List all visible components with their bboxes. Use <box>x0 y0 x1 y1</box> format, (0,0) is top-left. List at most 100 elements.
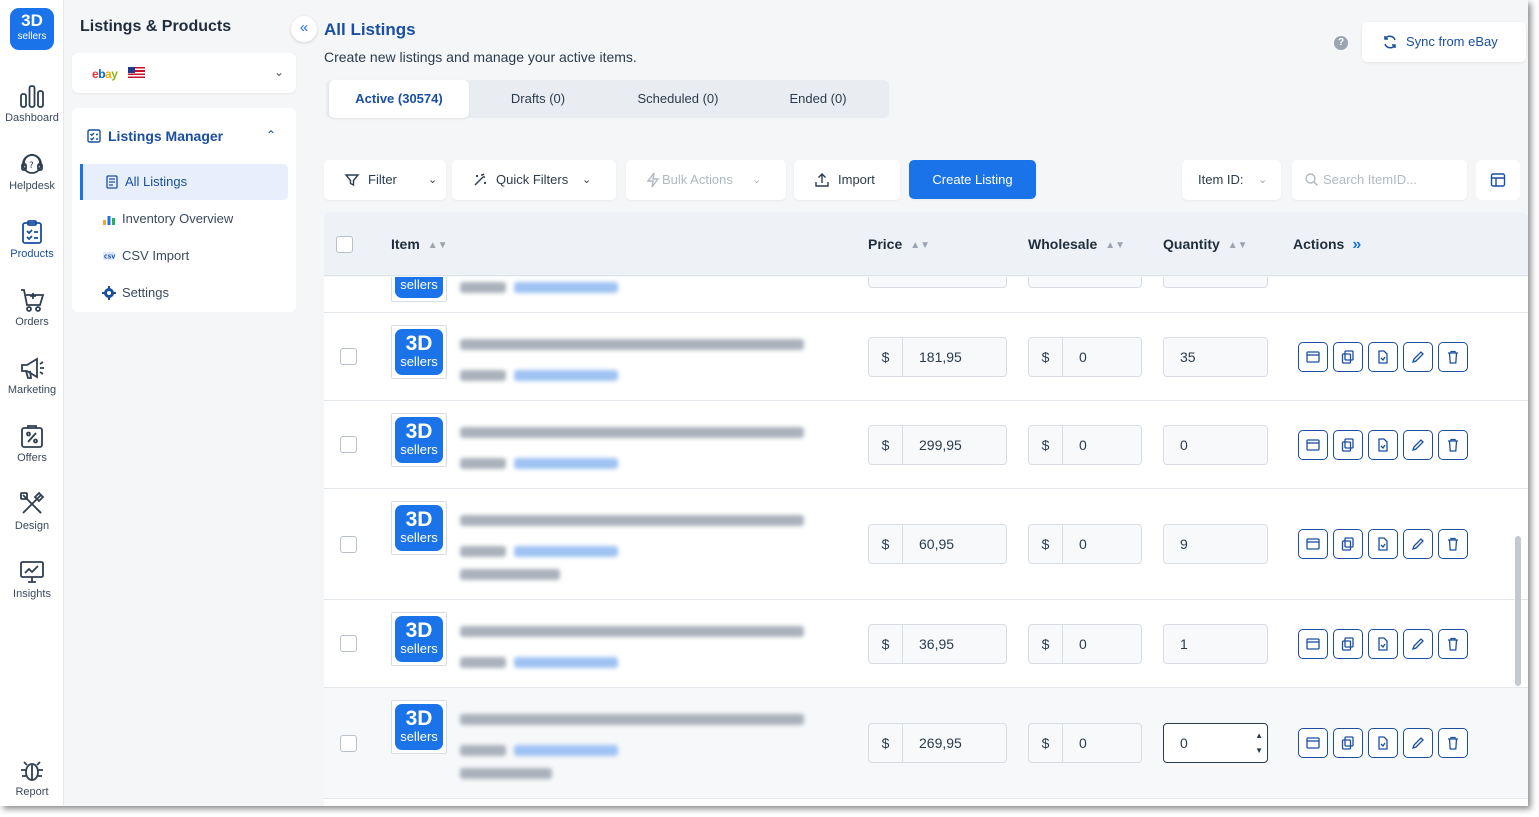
preview-button[interactable] <box>1298 728 1328 758</box>
rail-item-marketing[interactable]: Marketing <box>0 354 64 396</box>
edit-button[interactable] <box>1403 728 1433 758</box>
edit-button[interactable] <box>1403 430 1433 460</box>
item-id-link[interactable] <box>514 745 618 756</box>
quantity-input[interactable] <box>1163 277 1268 288</box>
edit-button[interactable] <box>1403 629 1433 659</box>
column-wholesale[interactable]: Wholesale ▲▼ <box>1028 236 1125 252</box>
duplicate-button[interactable] <box>1333 342 1363 372</box>
preview-button[interactable] <box>1298 529 1328 559</box>
search-field-select[interactable]: Item ID: ⌄ <box>1182 160 1281 200</box>
listing-thumbnail[interactable]: 3Dsellers <box>391 612 447 666</box>
export-button[interactable] <box>1368 342 1398 372</box>
menu-item-csv-import[interactable]: CSV CSV Import <box>80 238 288 274</box>
rail-item-report[interactable]: Report <box>0 756 64 798</box>
stepper-arrows-icon[interactable]: ▲ ▼ <box>1255 728 1263 758</box>
quantity-input[interactable]: 35 <box>1163 337 1268 377</box>
search-input[interactable]: Search ItemID... <box>1292 160 1467 200</box>
quick-filters-button[interactable]: Quick Filters ⌄ <box>452 160 616 200</box>
column-item[interactable]: Item ▲▼ <box>391 236 448 252</box>
sync-from-ebay-button[interactable]: Sync from eBay <box>1362 22 1526 62</box>
duplicate-button[interactable] <box>1333 728 1363 758</box>
quantity-input[interactable]: 1 <box>1163 624 1268 664</box>
export-button[interactable] <box>1368 529 1398 559</box>
listing-thumbnail[interactable]: 3Dsellers <box>391 700 447 754</box>
duplicate-button[interactable] <box>1333 430 1363 460</box>
item-id-link[interactable] <box>514 282 618 293</box>
table-scrollbar[interactable] <box>1515 536 1521 686</box>
bulk-actions-button[interactable]: Bulk Actions ⌄ <box>626 160 786 200</box>
wholesale-input[interactable]: $0 <box>1028 425 1142 465</box>
tab-active[interactable]: Active (30574) <box>329 80 469 118</box>
row-checkbox[interactable] <box>340 348 357 365</box>
quantity-input[interactable]: 9 <box>1163 524 1268 564</box>
price-input[interactable]: $269,95 <box>868 723 1007 763</box>
listing-title[interactable] <box>460 714 804 725</box>
create-listing-button[interactable]: Create Listing <box>909 160 1036 199</box>
item-id-link[interactable] <box>514 458 618 469</box>
listing-thumbnail[interactable]: 3Dsellers <box>391 501 447 555</box>
filter-button[interactable]: Filter ⌄ <box>324 160 446 200</box>
quantity-input[interactable]: 0 ▲ ▼ <box>1163 723 1268 763</box>
wholesale-input[interactable]: $0 <box>1028 624 1142 664</box>
row-checkbox[interactable] <box>340 735 357 752</box>
item-id-link[interactable] <box>514 546 618 557</box>
column-price[interactable]: Price ▲▼ <box>868 236 930 252</box>
price-input[interactable]: $60,95 <box>868 524 1007 564</box>
wholesale-input[interactable] <box>1028 277 1142 288</box>
listing-thumbnail[interactable]: 3Dsellers <box>391 277 447 302</box>
store-selector[interactable]: ebay ⌄ <box>72 53 296 93</box>
listing-thumbnail[interactable]: 3Dsellers <box>391 325 447 379</box>
wholesale-input[interactable]: $0 <box>1028 337 1142 377</box>
preview-button[interactable] <box>1298 629 1328 659</box>
price-input[interactable]: $299,95 <box>868 425 1007 465</box>
export-button[interactable] <box>1368 629 1398 659</box>
price-input[interactable]: $181,95 <box>868 337 1007 377</box>
edit-button[interactable] <box>1403 529 1433 559</box>
menu-item-inventory-overview[interactable]: Inventory Overview <box>80 201 288 237</box>
wholesale-input[interactable]: $0 <box>1028 723 1142 763</box>
chevron-up-icon[interactable]: ⌃ <box>266 128 276 142</box>
item-id-link[interactable] <box>514 370 618 381</box>
help-icon[interactable]: ? <box>1334 36 1348 50</box>
delete-button[interactable] <box>1438 342 1468 372</box>
import-button[interactable]: Import <box>794 160 900 200</box>
quantity-input[interactable]: 0 <box>1163 425 1268 465</box>
menu-item-all-listings[interactable]: All Listings <box>80 164 288 200</box>
rail-item-design[interactable]: Design <box>0 490 64 532</box>
rail-item-dashboard[interactable]: Dashboard <box>0 82 64 124</box>
delete-button[interactable] <box>1438 430 1468 460</box>
rail-item-insights[interactable]: Insights <box>0 558 64 600</box>
rail-item-helpdesk[interactable]: ? Helpdesk <box>0 150 64 192</box>
select-all-checkbox[interactable] <box>336 236 353 253</box>
edit-button[interactable] <box>1403 342 1433 372</box>
listing-title[interactable] <box>460 339 804 350</box>
listing-title[interactable] <box>460 427 804 438</box>
price-input[interactable]: $36,95 <box>868 624 1007 664</box>
listing-title[interactable] <box>460 626 804 637</box>
collapse-panel-button[interactable]: « <box>291 16 317 42</box>
row-checkbox[interactable] <box>340 635 357 652</box>
delete-button[interactable] <box>1438 728 1468 758</box>
preview-button[interactable] <box>1298 342 1328 372</box>
export-button[interactable] <box>1368 728 1398 758</box>
tab-drafts[interactable]: Drafts (0) <box>471 80 605 118</box>
price-input[interactable] <box>868 277 1007 288</box>
export-button[interactable] <box>1368 430 1398 460</box>
rail-item-orders[interactable]: Orders <box>0 286 64 328</box>
row-checkbox[interactable] <box>340 536 357 553</box>
section-listings-manager[interactable]: Listings Manager <box>86 128 223 144</box>
wholesale-input[interactable]: $0 <box>1028 524 1142 564</box>
item-id-link[interactable] <box>514 657 618 668</box>
delete-button[interactable] <box>1438 529 1468 559</box>
app-logo[interactable]: 3D sellers <box>10 8 54 50</box>
menu-item-settings[interactable]: Settings <box>80 275 288 311</box>
rail-item-offers[interactable]: Offers <box>0 422 64 464</box>
tab-ended[interactable]: Ended (0) <box>750 80 886 118</box>
duplicate-button[interactable] <box>1333 629 1363 659</box>
double-chevron-right-icon[interactable]: » <box>1352 236 1361 253</box>
rail-item-products[interactable]: Products <box>0 218 64 260</box>
tab-scheduled[interactable]: Scheduled (0) <box>608 80 748 118</box>
preview-button[interactable] <box>1298 430 1328 460</box>
row-checkbox[interactable] <box>340 436 357 453</box>
column-settings-button[interactable] <box>1476 160 1520 200</box>
